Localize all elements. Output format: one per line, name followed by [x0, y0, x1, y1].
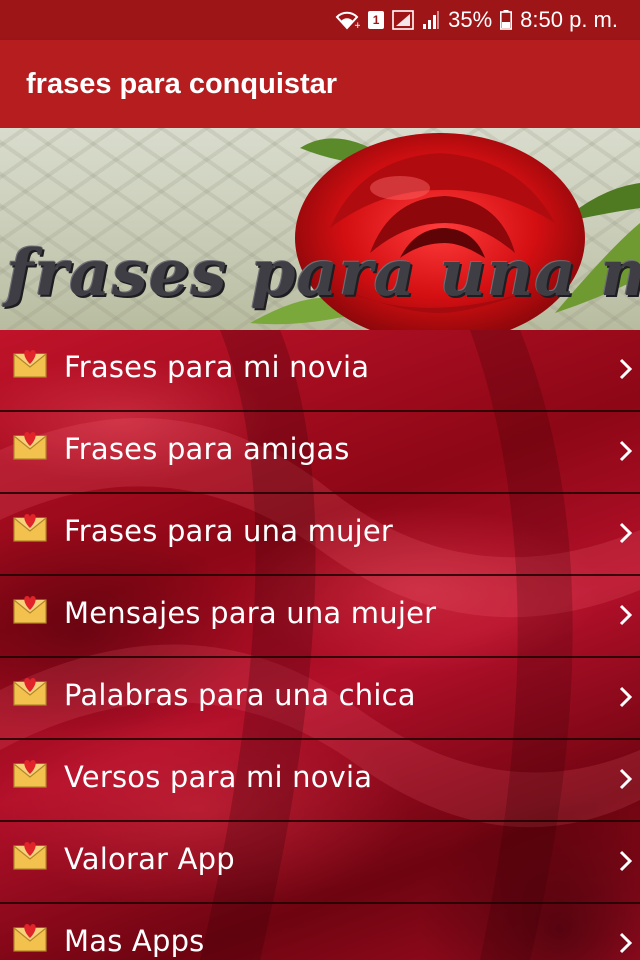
wifi-icon: + [334, 10, 360, 30]
chevron-right-icon [618, 767, 634, 791]
chevron-right-icon [618, 521, 634, 545]
signal-icon [392, 10, 414, 30]
status-bar: + 1 35% 8:50 p. m. [0, 0, 640, 40]
menu-item-label: Mas Apps [64, 924, 205, 958]
sim-badge-icon: 1 [368, 11, 385, 29]
app-title: frases para conquistar [26, 67, 338, 100]
love-letter-icon [13, 348, 47, 378]
menu-item-palabras-para-una-chica[interactable]: Palabras para una chica [0, 658, 640, 740]
menu-item-frases-para-amigas[interactable]: Frases para amigas [0, 412, 640, 494]
love-letter-icon [13, 512, 47, 542]
menu-item-label: Frases para una mujer [64, 514, 394, 548]
menu-item-versos-para-mi-novia[interactable]: Versos para mi novia [0, 740, 640, 822]
chevron-right-icon [618, 603, 634, 627]
clock: 8:50 p. m. [520, 7, 618, 32]
chevron-right-icon [618, 931, 634, 955]
chevron-right-icon [618, 685, 634, 709]
battery-percent: 35% [448, 7, 493, 32]
menu-item-label: Valorar App [64, 842, 235, 876]
chevron-right-icon [618, 357, 634, 381]
chevron-right-icon [618, 849, 634, 873]
love-letter-icon [13, 676, 47, 706]
love-letter-icon [13, 758, 47, 788]
header-banner: frases para una mujer [0, 128, 640, 330]
menu-item-label: Versos para mi novia [64, 760, 373, 794]
app-bar: frases para conquistar [0, 40, 640, 128]
menu-item-label: Mensajes para una mujer [64, 596, 437, 630]
menu-item-mas-apps[interactable]: Mas Apps [0, 904, 640, 960]
menu-list: Frases para mi novia Frases para amigas … [0, 330, 640, 960]
menu-item-label: Frases para mi novia [64, 350, 370, 384]
love-letter-icon [13, 840, 47, 870]
menu-item-mensajes-para-una-mujer[interactable]: Mensajes para una mujer [0, 576, 640, 658]
menu-item-label: Frases para amigas [64, 432, 350, 466]
battery-icon [500, 10, 513, 30]
svg-text:+: + [354, 21, 360, 30]
banner-title: frases para una mujer [6, 236, 640, 311]
menu-item-frases-para-una-mujer[interactable]: Frases para una mujer [0, 494, 640, 576]
love-letter-icon [13, 594, 47, 624]
love-letter-icon [13, 430, 47, 460]
signal-bars-icon [422, 10, 440, 30]
love-letter-icon [13, 922, 47, 952]
menu-item-valorar-app[interactable]: Valorar App [0, 822, 640, 904]
menu-item-frases-para-mi-novia[interactable]: Frases para mi novia [0, 330, 640, 412]
chevron-right-icon [618, 439, 634, 463]
menu-item-label: Palabras para una chica [64, 678, 416, 712]
